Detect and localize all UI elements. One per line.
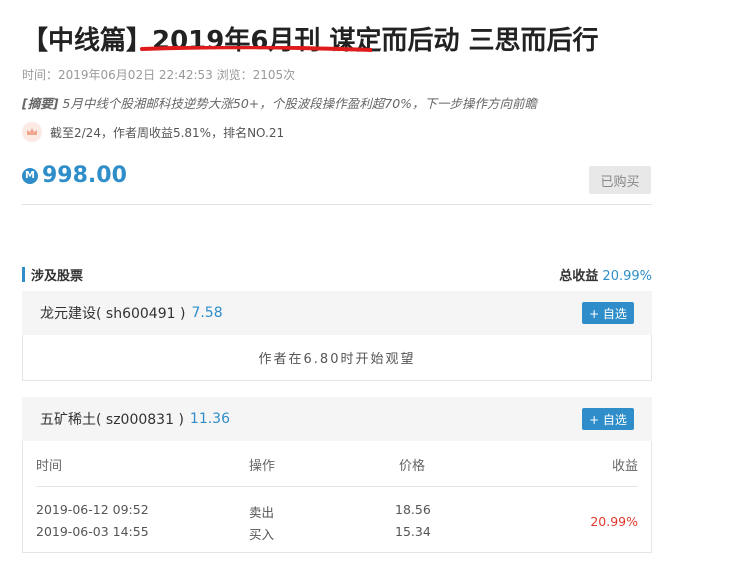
title-underline-mark xyxy=(140,46,372,52)
stock-price: 11.36 xyxy=(189,411,231,427)
trade-price: 18.56 xyxy=(395,502,431,517)
stocks-section-title: 涉及股票 xyxy=(22,265,83,284)
summary-text: 5月中线个股湘邮科技逆势大涨50+，个股波段操作盈利超70%，下一步操作方向前瞻 xyxy=(58,96,538,111)
trade-time: 2019-06-12 09:52 xyxy=(36,502,149,517)
total-profit-label: 总收益 xyxy=(559,269,599,284)
summary-tag: [摘要] xyxy=(22,96,59,111)
trade-operation: 卖出 xyxy=(249,505,275,520)
stock-name[interactable]: 龙元建设( sh600491 ) xyxy=(40,303,185,323)
divider xyxy=(22,204,652,205)
stock-header: 龙元建设( sh600491 ) 7.58 + 自选 xyxy=(22,291,652,335)
article-meta: 时间：2019年06月02日 22:42:53 浏览：2105次 xyxy=(22,68,296,82)
section-title-text: 涉及股票 xyxy=(31,269,84,284)
col-header-time: 时间 xyxy=(36,459,63,474)
article-summary: [摘要] 5月中线个股湘邮科技逆势大涨50+，个股波段操作盈利超70%，下一步操… xyxy=(22,93,537,112)
section-marker xyxy=(22,267,25,282)
col-header-profit: 收益 xyxy=(611,459,638,474)
stock-name[interactable]: 五矿稀土( sz000831 ) xyxy=(40,409,184,429)
add-watchlist-button[interactable]: + 自选 xyxy=(582,302,634,324)
observe-note: 作者在6.80时开始观望 xyxy=(258,351,416,367)
trade-table: 时间 操作 价格 收益 2019-06-12 09:52 卖出 18.56 20… xyxy=(22,441,652,553)
price-amount: 998.00 xyxy=(42,163,127,188)
article-price: M 998.00 xyxy=(22,163,127,188)
trade-time: 2019-06-03 14:55 xyxy=(36,524,149,539)
add-watchlist-button[interactable]: + 自选 xyxy=(582,408,634,430)
total-profit: 总收益 20.99% xyxy=(559,265,652,284)
total-profit-value: 20.99% xyxy=(602,269,652,284)
crown-icon xyxy=(22,122,42,142)
table-divider xyxy=(36,486,638,487)
stock-header: 五矿稀土( sz000831 ) 11.36 + 自选 xyxy=(22,397,652,441)
bought-button[interactable]: 已购买 xyxy=(589,166,651,194)
col-header-operation: 操作 xyxy=(249,459,276,474)
author-rank: 截至2/24，作者周收益5.81%，排名NO.21 xyxy=(22,122,284,142)
trade-profit: 20.99% xyxy=(590,514,638,529)
trade-operation: 买入 xyxy=(249,527,275,542)
coin-icon: M xyxy=(22,167,38,184)
stock-body: 作者在6.80时开始观望 xyxy=(22,335,652,381)
stock-price: 7.58 xyxy=(191,305,223,321)
trade-price: 15.34 xyxy=(395,524,431,539)
col-header-price: 价格 xyxy=(399,459,426,474)
rank-text: 截至2/24，作者周收益5.81%，排名NO.21 xyxy=(50,125,285,140)
